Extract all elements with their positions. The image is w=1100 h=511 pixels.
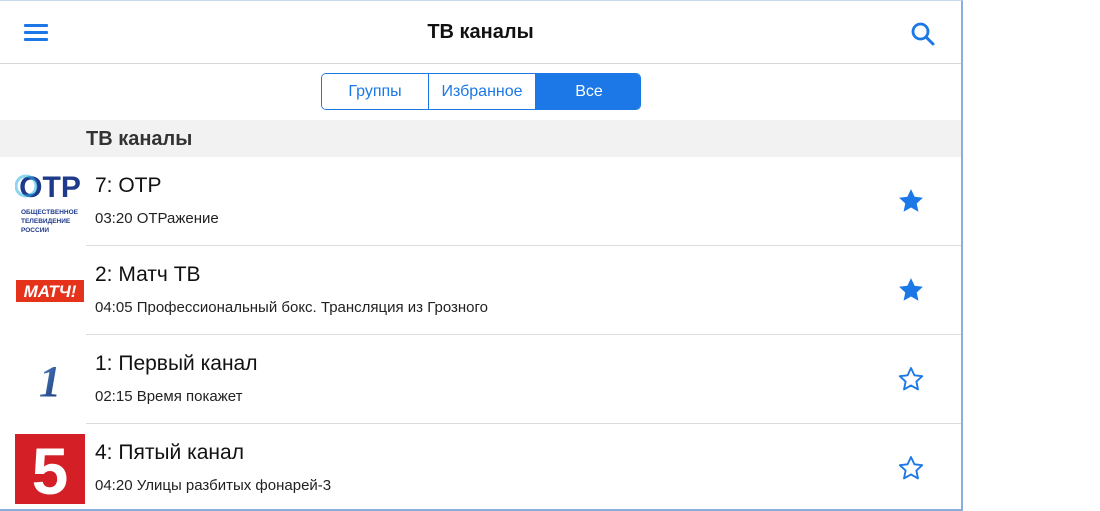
star-outline-icon[interactable] xyxy=(897,454,925,482)
channel-row[interactable]: ОТР ОБЩЕСТВЕННОЕ ТЕЛЕВИДЕНИЕ РОССИИ 7: О… xyxy=(0,157,961,246)
channel-program: 04:20 Улицы разбитых фонарей-3 xyxy=(95,477,332,494)
match-tv-logo: МАТЧ! xyxy=(15,256,85,326)
channel-program: 04:05 Профессиональный бокс. Трансляция … xyxy=(95,299,489,316)
app-window: ТВ каналы Группы Избранное Все ТВ каналы… xyxy=(0,0,963,511)
segment-groups[interactable]: Группы xyxy=(322,74,429,109)
star-outline-icon[interactable] xyxy=(897,365,925,393)
channel-row[interactable]: 5 4: Пятый канал 04:20 Улицы разбитых фо… xyxy=(0,424,961,509)
segmented-control: Группы Избранное Все xyxy=(321,73,641,110)
section-header: ТВ каналы xyxy=(0,120,961,157)
pyatyy-kanal-logo: 5 xyxy=(15,434,85,508)
svg-text:МАТЧ!: МАТЧ! xyxy=(24,282,77,301)
svg-text:ТЕЛЕВИДЕНИЕ: ТЕЛЕВИДЕНИЕ xyxy=(21,218,71,225)
channel-title: 4: Пятый канал xyxy=(95,441,244,464)
search-icon[interactable] xyxy=(910,21,936,47)
perviy-kanal-logo: 1 xyxy=(15,345,85,415)
svg-text:1: 1 xyxy=(39,357,61,406)
star-filled-icon[interactable] xyxy=(897,276,925,304)
channel-title: 2: Матч ТВ xyxy=(95,263,201,286)
channel-program: 02:15 Время покажет xyxy=(95,388,243,405)
segment-favorites[interactable]: Избранное xyxy=(429,74,536,109)
channel-title: 7: ОТР xyxy=(95,174,162,197)
channel-program: 03:20 ОТРажение xyxy=(95,210,219,227)
navigation-bar: ТВ каналы xyxy=(0,1,961,64)
svg-text:РОССИИ: РОССИИ xyxy=(21,227,49,234)
page-title: ТВ каналы xyxy=(427,21,534,43)
channel-row[interactable]: 1 1: Первый канал 02:15 Время покажет xyxy=(0,335,961,424)
channel-row[interactable]: МАТЧ! 2: Матч ТВ 04:05 Профессиональный … xyxy=(0,246,961,335)
svg-text:5: 5 xyxy=(32,434,69,504)
star-filled-icon[interactable] xyxy=(897,187,925,215)
segment-all[interactable]: Все xyxy=(536,74,640,109)
channel-title: 1: Первый канал xyxy=(95,352,258,375)
svg-text:ОБЩЕСТВЕННОЕ: ОБЩЕСТВЕННОЕ xyxy=(21,209,79,216)
channel-list: ОТР ОБЩЕСТВЕННОЕ ТЕЛЕВИДЕНИЕ РОССИИ 7: О… xyxy=(0,157,961,509)
section-title: ТВ каналы xyxy=(86,128,193,150)
otr-logo: ОТР ОБЩЕСТВЕННОЕ ТЕЛЕВИДЕНИЕ РОССИИ xyxy=(14,167,85,237)
